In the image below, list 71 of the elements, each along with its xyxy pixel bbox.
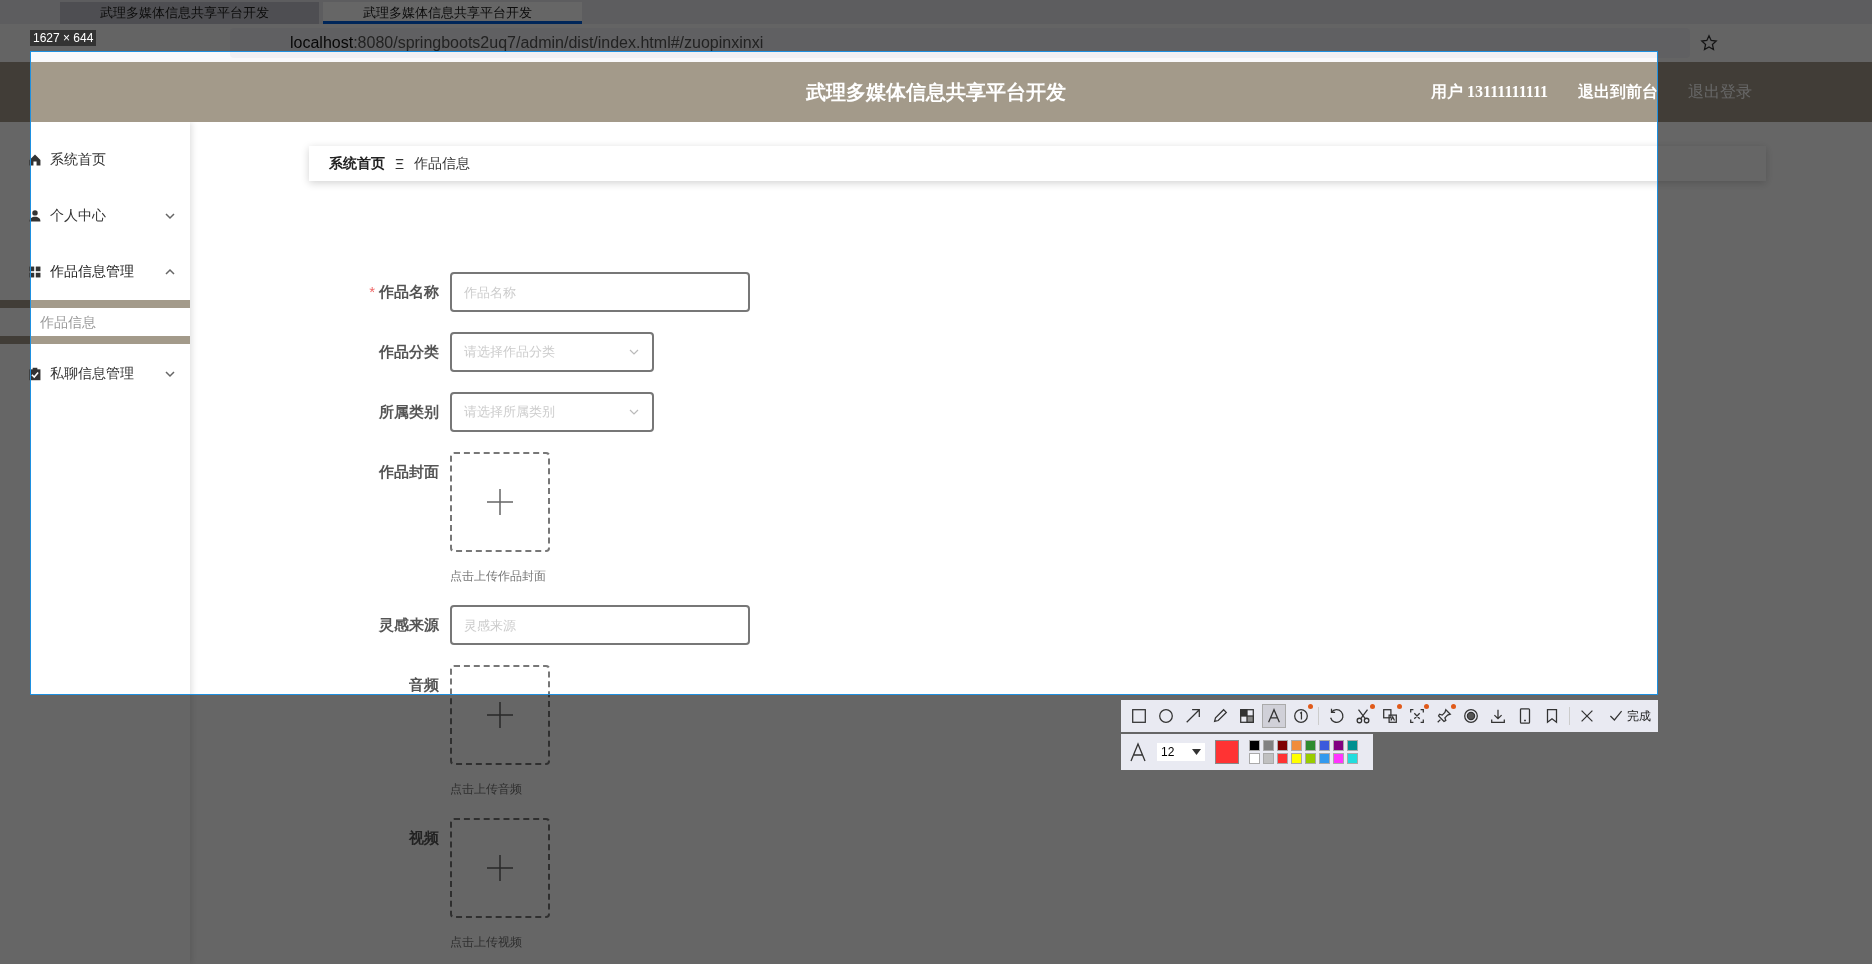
arrow-icon bbox=[1184, 707, 1202, 725]
plus-icon bbox=[486, 701, 514, 729]
color-swatch[interactable] bbox=[1277, 740, 1288, 751]
upload-box[interactable] bbox=[450, 665, 550, 765]
required-mark: * bbox=[369, 283, 375, 300]
star-icon[interactable] bbox=[1700, 34, 1718, 52]
sidebar-item[interactable]: 作品信息管理 bbox=[0, 244, 190, 300]
record-icon bbox=[1462, 707, 1480, 725]
sidebar-item[interactable]: 系统首页 bbox=[0, 132, 190, 188]
breadcrumb-separator: Ξ bbox=[395, 155, 405, 172]
text-icon bbox=[1265, 707, 1283, 725]
color-swatch[interactable] bbox=[1347, 740, 1358, 751]
field-label: 所属类别 bbox=[379, 403, 439, 420]
upload-hint: 点击上传作品封面 bbox=[450, 568, 547, 585]
color-swatch[interactable] bbox=[1319, 740, 1330, 751]
color-swatch[interactable] bbox=[1291, 753, 1302, 764]
grid-icon bbox=[28, 265, 42, 279]
done-label: 完成 bbox=[1627, 707, 1651, 725]
download-icon bbox=[1489, 707, 1507, 725]
caret-icon bbox=[1192, 749, 1201, 755]
rectangle-icon bbox=[1130, 707, 1148, 725]
notification-dot bbox=[1424, 704, 1429, 709]
field-label: 作品名称 bbox=[379, 283, 439, 300]
sidebar-item[interactable]: 私聊信息管理 bbox=[0, 346, 190, 402]
color-swatch[interactable] bbox=[1305, 753, 1316, 764]
mosaic-icon bbox=[1238, 707, 1256, 725]
font-icon bbox=[1129, 742, 1147, 762]
sidebar-item[interactable]: 个人中心 bbox=[0, 188, 190, 244]
person-icon bbox=[28, 209, 42, 223]
check-icon bbox=[1608, 708, 1624, 724]
scissors-icon bbox=[1354, 707, 1372, 725]
color-swatch[interactable] bbox=[1291, 740, 1302, 751]
breadcrumb-link[interactable]: 作品信息 bbox=[414, 154, 471, 173]
field-label: 视频 bbox=[409, 829, 439, 846]
notification-dot bbox=[1370, 704, 1375, 709]
color-swatch[interactable] bbox=[1319, 753, 1330, 764]
translate-icon bbox=[1381, 707, 1399, 725]
color-swatch[interactable] bbox=[1249, 740, 1260, 751]
color-swatch[interactable] bbox=[1249, 753, 1260, 764]
pen-icon bbox=[1211, 707, 1229, 725]
notification-dot bbox=[1451, 704, 1456, 709]
field-label: 作品封面 bbox=[379, 463, 439, 480]
color-swatch[interactable] bbox=[1263, 740, 1274, 751]
home-icon bbox=[28, 153, 42, 167]
user-label: 用户 13111111111 bbox=[1431, 81, 1548, 102]
font-size-select[interactable]: 12 bbox=[1157, 743, 1205, 761]
current-color-swatch[interactable] bbox=[1215, 740, 1239, 764]
size-label: 1627 × 644 bbox=[30, 30, 97, 46]
color-swatch[interactable] bbox=[1333, 753, 1344, 764]
breadcrumb-link[interactable]: 系统首页 bbox=[329, 154, 385, 173]
ellipse-icon bbox=[1157, 707, 1175, 725]
plus-icon bbox=[486, 488, 514, 516]
clipboard-check-icon bbox=[28, 367, 42, 381]
plus-icon bbox=[486, 854, 514, 882]
field-label: 灵感来源 bbox=[379, 616, 439, 633]
color-swatch[interactable] bbox=[1347, 753, 1358, 764]
color-swatch[interactable] bbox=[1305, 740, 1316, 751]
site-title: 武理多媒体信息共享平台开发 bbox=[806, 79, 1066, 105]
undo-icon bbox=[1327, 707, 1345, 725]
pin-icon bbox=[1435, 707, 1453, 725]
field-label: 作品分类 bbox=[379, 343, 439, 360]
color-swatch[interactable] bbox=[1263, 753, 1274, 764]
field-label: 音频 bbox=[409, 676, 439, 693]
number-icon bbox=[1292, 707, 1310, 725]
color-swatch[interactable] bbox=[1333, 740, 1344, 751]
color-swatch[interactable] bbox=[1277, 753, 1288, 764]
done-button[interactable]: 完成 bbox=[1608, 707, 1651, 725]
text-tool-button[interactable] bbox=[1262, 704, 1286, 728]
notification-dot bbox=[1397, 704, 1402, 709]
notification-dot bbox=[1308, 704, 1313, 709]
ocr-icon bbox=[1408, 707, 1426, 725]
